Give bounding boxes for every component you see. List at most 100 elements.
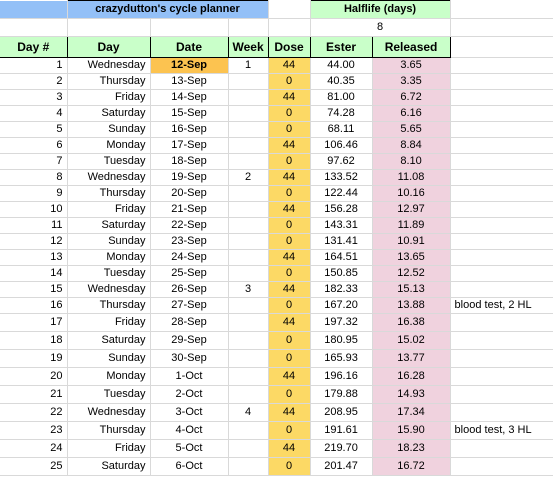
cell-ester[interactable]: 156.28 (310, 201, 373, 218)
table-row[interactable]: 23 Thursday 4-Oct 0 191.61 15.90 blood test, 3… (0, 421, 553, 440)
cell-weekday[interactable]: Tuesday (67, 385, 151, 404)
cell-week[interactable] (228, 313, 269, 332)
cell-week[interactable] (228, 249, 269, 266)
cell-released[interactable]: 11.08 (372, 169, 451, 186)
cell-ester[interactable]: 97.62 (310, 153, 373, 170)
cell-day-number[interactable]: 8 (0, 169, 68, 186)
cell-dose[interactable]: 0 (268, 385, 311, 404)
cell-dose[interactable]: 44 (268, 169, 311, 186)
cell-released[interactable]: 18.23 (372, 439, 451, 458)
cell-week[interactable] (228, 297, 269, 314)
table-row[interactable]: 13 Monday 24-Sep 44 164.51 13.65 (0, 249, 553, 266)
cell-note[interactable] (450, 57, 553, 74)
cell-date[interactable]: 13-Sep (150, 73, 229, 90)
cell-week[interactable] (228, 137, 269, 154)
cell-note[interactable] (450, 249, 553, 266)
table-row[interactable]: 16 Thursday 27-Sep 0 167.20 13.88 blood test, … (0, 297, 553, 314)
cell-weekday[interactable]: Wednesday (67, 169, 151, 186)
cell-day-number[interactable]: 13 (0, 249, 68, 266)
cell-note[interactable] (450, 153, 553, 170)
cell-weekday[interactable]: Saturday (67, 331, 151, 350)
cell-note[interactable] (450, 105, 553, 122)
cell-released[interactable]: 6.72 (372, 89, 451, 106)
cell-day-number[interactable]: 18 (0, 331, 68, 350)
cell-weekday[interactable]: Sunday (67, 349, 151, 368)
cell-weekday[interactable]: Monday (67, 137, 151, 154)
table-row[interactable]: 8 Wednesday 19-Sep 2 44 133.52 11.08 (0, 169, 553, 186)
cell-week[interactable]: 2 (228, 169, 269, 186)
cell-released[interactable]: 8.10 (372, 153, 451, 170)
cell-released[interactable]: 15.13 (372, 281, 451, 298)
cell-dose[interactable]: 0 (268, 421, 311, 440)
cell-dose[interactable]: 0 (268, 297, 311, 314)
cell-released[interactable]: 12.52 (372, 265, 451, 282)
cell-day-number[interactable]: 15 (0, 281, 68, 298)
cell-day-number[interactable]: 17 (0, 313, 68, 332)
cell-week[interactable] (228, 105, 269, 122)
table-row[interactable]: 9 Thursday 20-Sep 0 122.44 10.16 (0, 185, 553, 202)
table-row[interactable]: 1 Wednesday 12-Sep 1 44 44.00 3.65 (0, 57, 553, 74)
table-row[interactable]: 19 Sunday 30-Sep 0 165.93 13.77 (0, 349, 553, 368)
cell-ester[interactable]: 182.33 (310, 281, 373, 298)
cell-ester[interactable]: 191.61 (310, 421, 373, 440)
table-row[interactable]: 5 Sunday 16-Sep 0 68.11 5.65 (0, 121, 553, 138)
cell-week[interactable] (228, 349, 269, 368)
cell-weekday[interactable]: Wednesday (67, 281, 151, 298)
cell-week[interactable] (228, 121, 269, 138)
table-row[interactable]: 14 Tuesday 25-Sep 0 150.85 12.52 (0, 265, 553, 282)
cell-weekday[interactable]: Sunday (67, 233, 151, 250)
cell-ester[interactable]: 40.35 (310, 73, 373, 90)
cell-note[interactable] (450, 385, 553, 404)
cell-note[interactable] (450, 217, 553, 234)
cell-released[interactable]: 12.97 (372, 201, 451, 218)
cell-ester[interactable]: 164.51 (310, 249, 373, 266)
cell-released[interactable]: 6.16 (372, 105, 451, 122)
cell-weekday[interactable]: Tuesday (67, 153, 151, 170)
cell-note[interactable]: blood test, 3 HL (450, 421, 553, 440)
cell-ester[interactable]: 44.00 (310, 57, 373, 74)
cell-ester[interactable]: 196.16 (310, 367, 373, 386)
cell-week[interactable] (228, 439, 269, 458)
cell-ester[interactable]: 106.46 (310, 137, 373, 154)
cell-week[interactable] (228, 73, 269, 90)
cell-note[interactable] (450, 331, 553, 350)
cell-note[interactable] (450, 201, 553, 218)
cell-day-number[interactable]: 14 (0, 265, 68, 282)
cell-week[interactable] (228, 233, 269, 250)
cell-week[interactable] (228, 457, 269, 476)
cell-day-number[interactable]: 19 (0, 349, 68, 368)
cell-week[interactable] (228, 89, 269, 106)
cell-note[interactable] (450, 169, 553, 186)
cell-weekday[interactable]: Friday (67, 439, 151, 458)
cell-dose[interactable]: 0 (268, 121, 311, 138)
table-row[interactable]: 4 Saturday 15-Sep 0 74.28 6.16 (0, 105, 553, 122)
cell-date[interactable]: 26-Sep (150, 281, 229, 298)
cell-weekday[interactable]: Wednesday (67, 57, 151, 74)
cell-week[interactable] (228, 153, 269, 170)
table-row[interactable]: 22 Wednesday 3-Oct 4 44 208.95 17.34 (0, 403, 553, 422)
cell-week[interactable] (228, 385, 269, 404)
cell-released[interactable]: 15.02 (372, 331, 451, 350)
cell-day-number[interactable]: 1 (0, 57, 68, 74)
cell-weekday[interactable]: Monday (67, 367, 151, 386)
table-row[interactable]: 17 Friday 28-Sep 44 197.32 16.38 (0, 313, 553, 332)
cell-ester[interactable]: 81.00 (310, 89, 373, 106)
cell-dose[interactable]: 44 (268, 439, 311, 458)
cell-date[interactable]: 12-Sep (150, 57, 229, 74)
cell-week[interactable] (228, 201, 269, 218)
cell-dose[interactable]: 0 (268, 331, 311, 350)
cell-dose[interactable]: 0 (268, 349, 311, 368)
cell-week[interactable] (228, 331, 269, 350)
cell-ester[interactable]: 131.41 (310, 233, 373, 250)
cell-note[interactable] (450, 439, 553, 458)
cell-dose[interactable]: 0 (268, 73, 311, 90)
cell-released[interactable]: 3.65 (372, 57, 451, 74)
cell-weekday[interactable]: Thursday (67, 421, 151, 440)
cell-day-number[interactable]: 25 (0, 457, 68, 476)
cell-date[interactable]: 23-Sep (150, 233, 229, 250)
cell-weekday[interactable]: Sunday (67, 121, 151, 138)
cell-dose[interactable]: 44 (268, 313, 311, 332)
cell-released[interactable]: 13.88 (372, 297, 451, 314)
cell-date[interactable]: 18-Sep (150, 153, 229, 170)
cell-date[interactable]: 24-Sep (150, 249, 229, 266)
